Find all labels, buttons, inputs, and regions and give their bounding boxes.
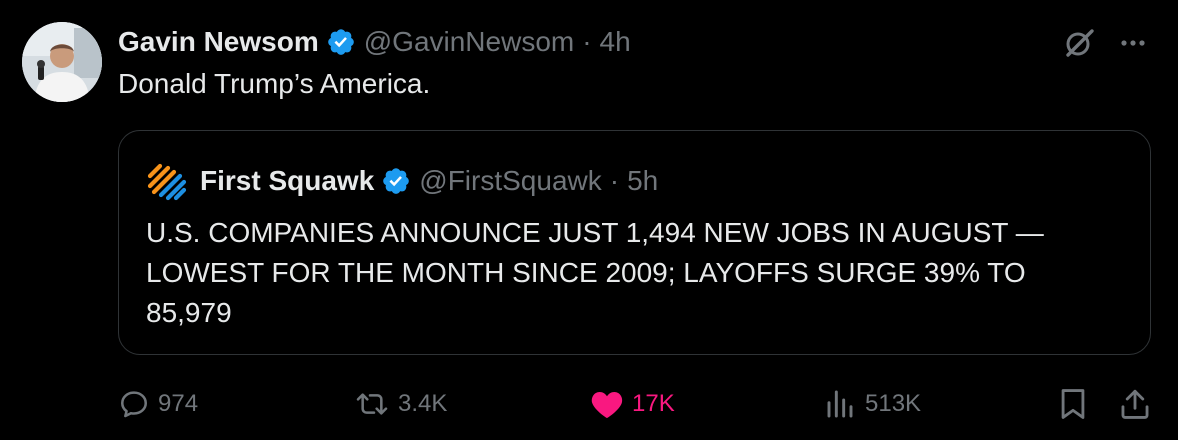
reply-button[interactable]: 974 xyxy=(118,384,198,424)
quoted-verified-badge-icon xyxy=(383,168,410,194)
author-name[interactable]: Gavin Newsom xyxy=(118,26,319,58)
quoted-author-handle[interactable]: @FirstSquawk xyxy=(419,165,601,197)
quoted-tweet-text: U.S. COMPANIES ANNOUNCE JUST 1,494 NEW J… xyxy=(146,217,1044,328)
like-count: 17K xyxy=(632,390,675,417)
tweet-header: Gavin Newsom @GavinNewsom · 4h xyxy=(118,22,631,62)
quoted-author-name[interactable]: First Squawk xyxy=(200,165,374,197)
avatar-image xyxy=(22,22,102,102)
like-icon xyxy=(591,391,623,419)
share-button[interactable] xyxy=(1119,384,1151,424)
post-time[interactable]: 4h xyxy=(600,26,631,58)
author-handle[interactable]: @GavinNewsom xyxy=(364,26,574,58)
quoted-tweet[interactable]: First Squawk @FirstSquawk · 5h U.S. COMP… xyxy=(118,130,1151,355)
reply-icon xyxy=(121,391,148,418)
first-squawk-logo-icon xyxy=(147,163,187,201)
repost-button[interactable]: 3.4K xyxy=(354,384,447,424)
grok-icon[interactable] xyxy=(1062,26,1096,60)
avatar[interactable] xyxy=(22,22,102,102)
top-actions xyxy=(1062,26,1148,60)
header-separator: · xyxy=(582,26,592,57)
views-count: 513K xyxy=(865,390,922,417)
tweet-text: Donald Trump’s America. xyxy=(118,68,431,99)
views-icon xyxy=(827,390,853,418)
views-button[interactable]: 513K xyxy=(825,384,921,424)
repost-count: 3.4K xyxy=(398,390,448,417)
like-button[interactable]: 17K xyxy=(590,384,675,424)
more-icon[interactable] xyxy=(1118,28,1148,58)
verified-badge-icon xyxy=(327,29,354,55)
quoted-post-time[interactable]: 5h xyxy=(627,165,658,197)
quoted-header: First Squawk @FirstSquawk · 5h xyxy=(146,161,658,201)
quoted-header-separator: · xyxy=(609,165,620,196)
bookmark-icon xyxy=(1061,389,1085,419)
repost-icon xyxy=(356,393,388,415)
reply-count: 974 xyxy=(158,390,199,417)
share-icon xyxy=(1121,389,1149,419)
bookmark-button[interactable] xyxy=(1057,384,1089,424)
